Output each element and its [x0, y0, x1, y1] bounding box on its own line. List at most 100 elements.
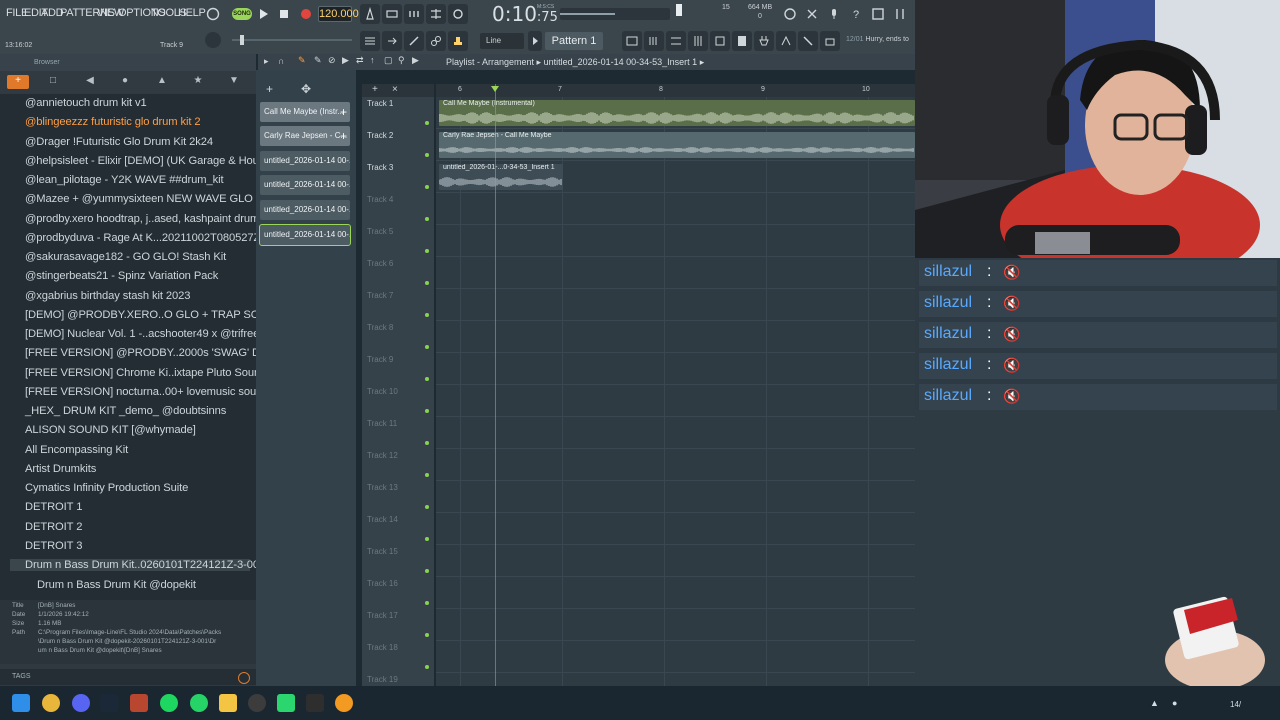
playlist-view-icon[interactable] [360, 31, 380, 51]
browser-item[interactable]: @prodby.xero hoodtrap, j..ased, kashpain… [25, 213, 273, 225]
discord-icon[interactable] [72, 694, 90, 712]
track-enable-dot[interactable] [425, 217, 429, 221]
browser-item[interactable]: @stingerbeats21 - Spinz Variation Pack [25, 270, 218, 282]
browser-item[interactable]: Artist Drumkits [25, 463, 96, 475]
browser-item[interactable]: @Drager !Futuristic Glo Drum Kit 2k24 [25, 136, 213, 148]
track-enable-dot[interactable] [425, 313, 429, 317]
plug-icon[interactable] [754, 31, 774, 51]
playlist-zoom-icon[interactable]: ⚲ [398, 55, 405, 66]
browser-item[interactable]: Cymatics Infinity Production Suite [25, 482, 188, 494]
countdown-icon[interactable] [404, 4, 424, 24]
audio-clip[interactable]: Carly Rae Jepsen - Call Me Maybe [439, 132, 915, 158]
tray-mic-icon[interactable]: ● [1172, 698, 1177, 708]
track-enable-dot[interactable] [425, 633, 429, 637]
game-icon[interactable] [277, 694, 295, 712]
track-name[interactable]: Track 9 [367, 355, 393, 364]
track-name[interactable]: Track 5 [367, 227, 393, 236]
picker-pattern[interactable]: Carly Rae Jepsen - C... + [260, 126, 350, 146]
steam-icon[interactable] [100, 694, 118, 712]
news-hint[interactable]: 12/01 Hurry, ends to [846, 36, 914, 43]
fl-studio-icon[interactable] [335, 694, 353, 712]
browser-item[interactable]: ALISON SOUND KIT [@whymade] [25, 424, 196, 436]
track-enable-dot[interactable] [425, 185, 429, 189]
playlist-menu-icon[interactable]: ▸ [264, 56, 269, 67]
track-name[interactable]: Track 7 [367, 291, 393, 300]
browser-item-selected[interactable]: Drum n Bass Drum Kit..0260101T224121Z-3-… [10, 559, 265, 571]
menu-help[interactable]: HELP [178, 7, 206, 19]
browser-item[interactable]: [FREE VERSION] Chrome Ki..ixtape Pluto S… [25, 367, 282, 379]
playlist-slip-icon[interactable]: ⇄ [356, 55, 364, 66]
shop-icon[interactable] [820, 31, 840, 51]
whatsapp-icon[interactable] [190, 694, 208, 712]
picker-pattern[interactable]: Call Me Maybe (Instr... + [260, 102, 350, 122]
scissors-icon[interactable] [802, 4, 822, 24]
browser-item[interactable]: @helpsisleet - Elixir [DEMO] (UK Garage … [25, 155, 274, 167]
playlist-mute-icon[interactable]: ▶ [342, 55, 349, 66]
browser-menu-icon[interactable]: ▼ [226, 75, 242, 89]
record-icon[interactable] [296, 4, 316, 24]
picker-audio-clip[interactable]: untitled_2026-01-14 00-... [260, 175, 350, 195]
track-enable-dot[interactable] [425, 505, 429, 509]
microphone-icon[interactable] [824, 4, 844, 24]
browser-plugin-icon[interactable]: ● [117, 75, 133, 89]
browser-item[interactable]: @xgabrius birthday stash kit 2023 [25, 290, 191, 302]
stamp-icon[interactable] [448, 31, 468, 51]
timeline-ruler[interactable]: 6 7 8 9 10 [436, 84, 915, 97]
browser-cloud-icon[interactable]: ▲ [154, 75, 170, 89]
track-enable-dot[interactable] [425, 377, 429, 381]
chrome-icon[interactable] [42, 694, 60, 712]
playlist-delete-icon[interactable]: ⊘ [328, 55, 336, 66]
arrow-right-icon[interactable] [382, 31, 402, 51]
track-name[interactable]: Track 19 [367, 675, 398, 684]
audio-clip[interactable]: untitled_2026-01-...0-34-53_Insert 1 [439, 164, 563, 190]
spotify-icon[interactable] [160, 694, 178, 712]
browser-item[interactable]: @sakurasavage182 - GO GLO! Stash Kit [25, 251, 226, 263]
browser-file-icon[interactable]: □ [45, 75, 61, 89]
tray-chevron-icon[interactable]: ▲ [1150, 698, 1159, 708]
add-pattern-icon[interactable]: + [340, 126, 347, 146]
playlist-magnet-icon[interactable]: ∩ [278, 56, 284, 66]
song-mode-toggle[interactable]: SONG [232, 8, 252, 20]
playlist-brush-icon[interactable]: ✎ [314, 55, 322, 66]
track-name[interactable]: Track 13 [367, 483, 398, 492]
piano-roll-icon[interactable] [644, 31, 664, 51]
track-name[interactable]: Track 12 [367, 451, 398, 460]
snap-select[interactable]: Line [480, 33, 524, 49]
track-name[interactable]: Track 16 [367, 579, 398, 588]
link-icon[interactable] [426, 31, 446, 51]
main-pitch-slider[interactable] [232, 34, 352, 46]
track-enable-dot[interactable] [425, 281, 429, 285]
channel-rack-icon[interactable] [622, 31, 642, 51]
pattern-prev-icon[interactable] [528, 31, 542, 51]
track-name[interactable]: Track 8 [367, 323, 393, 332]
browser-item[interactable]: _HEX_ DRUM KIT _demo_ @doubtsinns [25, 405, 226, 417]
track-name[interactable]: Track 3 [367, 163, 393, 172]
track-enable-dot[interactable] [425, 473, 429, 477]
browser-toggle-icon[interactable] [666, 31, 686, 51]
browser-item[interactable]: [FREE VERSION] nocturna..00+ lovemusic s… [25, 386, 282, 398]
playlist-play-icon[interactable]: ▶ [412, 55, 419, 66]
tags-bar[interactable]: TAGS [0, 669, 256, 685]
browser-item[interactable]: DETROIT 1 [25, 501, 82, 513]
playhead-line[interactable] [495, 84, 496, 686]
playlist-pencil-icon[interactable]: ✎ [298, 55, 306, 66]
file-explorer-icon[interactable] [219, 694, 237, 712]
browser-item[interactable]: @Mazee + @yummysixteen NEW WAVE GLO kit [25, 193, 267, 205]
track-enable-dot[interactable] [425, 441, 429, 445]
browser-item[interactable]: [FREE VERSION] @PRODBY..2000s 'SWAG' Dru… [25, 347, 295, 359]
picker-audio-clip-selected[interactable]: untitled_2026-01-14 00-... [259, 224, 351, 246]
master-pitch-slider[interactable] [560, 8, 670, 20]
track-enable-dot[interactable] [425, 537, 429, 541]
browser-star-icon[interactable]: ★ [190, 75, 206, 89]
playhead-marker[interactable] [491, 86, 499, 92]
refresh-icon[interactable] [780, 4, 800, 24]
add-track-icon[interactable]: + [372, 84, 378, 95]
browser-item[interactable]: DETROIT 3 [25, 540, 82, 552]
tray-clock[interactable]: 14/ [1230, 700, 1241, 709]
audio-clip[interactable]: Call Me Maybe (Instrumental) [439, 100, 915, 126]
tempo-display[interactable]: 120.000 [318, 6, 359, 22]
pattern-select[interactable]: Pattern 1 [545, 32, 603, 50]
picker-add-icon[interactable]: + [266, 82, 273, 96]
browser-item[interactable]: @prodbyduva - Rage At K...20211002T08052… [25, 232, 282, 244]
track-name[interactable]: Track 11 [367, 419, 397, 428]
